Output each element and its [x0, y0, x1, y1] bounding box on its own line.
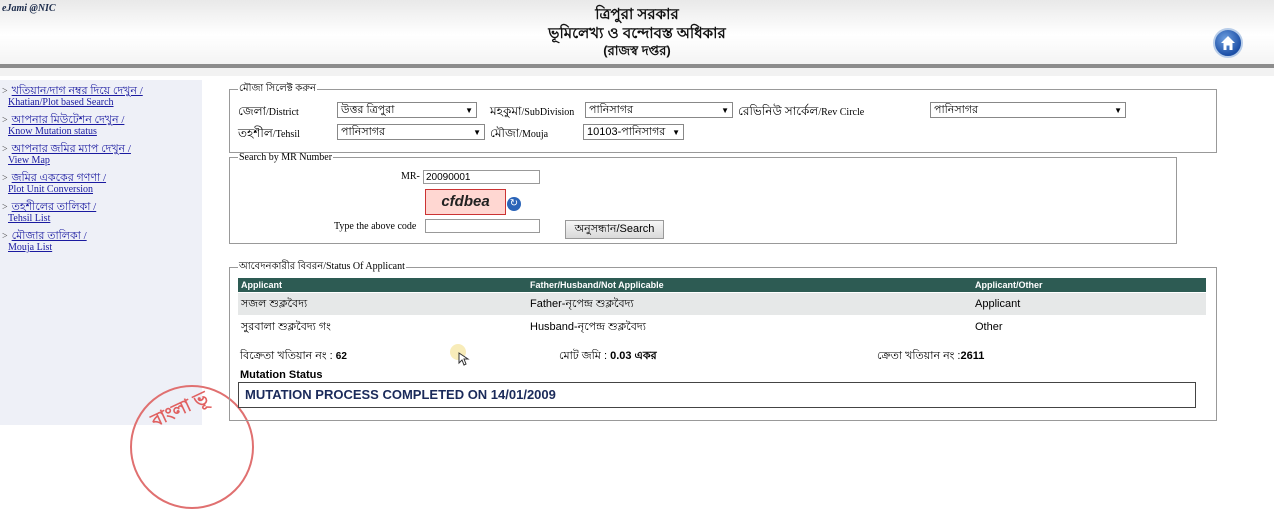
chevron-down-icon: ▼ — [721, 106, 729, 115]
mutation-status-box: MUTATION PROCESS COMPLETED ON 14/01/2009 — [238, 382, 1196, 408]
relation-name: Husband-নৃপেন্দ্র শুক্লবৈদ্য — [530, 321, 646, 333]
table-row: সুরবালা শুক্লবৈদ্য গং Husband-নৃপেন্দ্র … — [238, 316, 1206, 338]
nav-arrow: > — [2, 173, 8, 184]
nav-arrow: > — [2, 202, 8, 213]
sidebar-item-label-bn: মৌজার তালিকা / — [11, 230, 87, 242]
sidebar-item-label-bn: তহশীলের তালিকা / — [11, 201, 97, 213]
subdivision-label: মহকুমা/SubDivision — [490, 104, 575, 118]
chevron-down-icon: ▼ — [465, 106, 473, 115]
rev-circle-label: রেভিনিউ সার্কেল/Rev Circle — [738, 104, 865, 118]
applicant-type: Applicant — [975, 298, 1021, 310]
home-icon[interactable] — [1213, 28, 1243, 58]
search-button[interactable]: অনুসন্ধান/Search — [565, 220, 664, 239]
applicant-status-legend: আবেদনকারীর বিবরন/Status Of Applicant — [239, 261, 405, 272]
district-select[interactable]: উত্তর ত্রিপুরা ▼ — [337, 102, 477, 118]
nav-arrow: > — [2, 144, 8, 155]
sidebar-item-label-en: View Map — [8, 155, 50, 166]
subdivision-select[interactable]: পানিসাগর ▼ — [585, 102, 733, 118]
captcha-image: cfdbea — [425, 189, 506, 215]
mr-number-input[interactable]: 20090001 — [423, 170, 540, 184]
sidebar-item-label-en: Know Mutation status — [8, 126, 97, 137]
sidebar-item-label-bn: জমির এককের গণণা / — [11, 172, 107, 184]
sidebar-item-view-map[interactable]: > আপনার জমির ম্যাপ দেখুন / View Map — [2, 142, 202, 167]
chevron-down-icon: ▼ — [1114, 106, 1122, 115]
applicant-table-header: Applicant Father/Husband/Not Applicable … — [238, 278, 1206, 292]
sidebar-item-label-en: Tehsil List — [8, 213, 51, 224]
mr-search-legend: Search by MR Number — [239, 152, 333, 163]
sidebar-item-khatian-search[interactable]: > খতিয়ান/দাগ নম্বর দিয়ে দেখুন / Khatia… — [2, 84, 202, 109]
mouja-select[interactable]: 10103-পানিসাগর ▼ — [583, 124, 684, 140]
refresh-icon[interactable]: ↻ — [507, 197, 521, 211]
mutation-status-title: Mutation Status — [240, 369, 323, 381]
nav-arrow: > — [2, 115, 8, 126]
mouja-select-legend: মৌজা সিলেক্ট করুন — [239, 83, 316, 94]
sidebar-item-label-bn: খতিয়ান/দাগ নম্বর দিয়ে দেখুন / — [11, 85, 143, 97]
chevron-down-icon: ▼ — [473, 128, 481, 137]
sidebar-item-label-bn: আপনার জমির ম্যাপ দেখুন / — [11, 143, 131, 155]
rev-circle-select[interactable]: পানিসাগর ▼ — [930, 102, 1126, 118]
buyer-khatian: ক্রেতা খতিয়ান নং :2611 — [877, 350, 985, 362]
column-header-father-husband: Father/Husband/Not Applicable — [530, 280, 664, 290]
sidebar-item-label-en: Khatian/Plot based Search — [8, 97, 114, 108]
sidebar-item-label-en: Mouja List — [8, 242, 53, 253]
district-label: জেলা/District — [238, 104, 299, 118]
applicant-name: সজল শুক্লবৈদ্য — [241, 298, 308, 310]
sidebar: > খতিয়ান/দাগ নম্বর দিয়ে দেখুন / Khatia… — [0, 80, 202, 425]
header-divider-strip — [0, 68, 1274, 76]
seller-khatian: বিক্রেতা খতিয়ান নং : 62 — [240, 350, 347, 362]
captcha-code-label: Type the above code — [334, 221, 417, 232]
applicant-type: Other — [975, 321, 1003, 333]
hand-cursor-icon — [450, 344, 470, 366]
column-header-applicant-other: Applicant/Other — [975, 280, 1043, 290]
header-title-office: (রাজস্ব দপ্তর) — [603, 43, 671, 58]
mouja-label: মৌজা/Mouja — [490, 126, 549, 140]
sidebar-item-tehsil-list[interactable]: > তহশীলের তালিকা / Tehsil List — [2, 200, 202, 225]
nav-arrow: > — [2, 231, 8, 242]
column-header-applicant: Applicant — [241, 280, 283, 290]
chevron-down-icon: ▼ — [672, 128, 680, 137]
total-land: মোট জমি : 0.03 একর — [559, 350, 657, 362]
captcha-code-input[interactable] — [425, 219, 540, 233]
page-header: eJami @NIC ত্রিপুরা সরকার ভূমিলেখ্য ও বন… — [0, 0, 1274, 68]
sidebar-item-plot-unit-conversion[interactable]: > জমির এককের গণণা / Plot Unit Conversion — [2, 171, 202, 196]
sidebar-item-label-en: Plot Unit Conversion — [8, 184, 94, 195]
sidebar-item-label-bn: আপনার মিউটেশন দেখুন / — [11, 114, 125, 126]
mr-label: MR- — [401, 171, 420, 182]
sidebar-item-mouja-list[interactable]: > মৌজার তালিকা / Mouja List — [2, 229, 202, 254]
relation-name: Father-নৃপেন্দ্র শুক্লবৈদ্য — [530, 298, 634, 310]
table-row: সজল শুক্লবৈদ্য Father-নৃপেন্দ্র শুক্লবৈদ… — [238, 293, 1206, 315]
applicant-name: সুরবালা শুক্লবৈদ্য গং — [241, 321, 331, 333]
nav-arrow: > — [2, 86, 8, 97]
sidebar-item-mutation-status[interactable]: > আপনার মিউটেশন দেখুন / Know Mutation st… — [2, 113, 202, 138]
tehsil-select[interactable]: পানিসাগর ▼ — [337, 124, 485, 140]
tehsil-label: তহশীল/Tehsil — [238, 126, 300, 140]
